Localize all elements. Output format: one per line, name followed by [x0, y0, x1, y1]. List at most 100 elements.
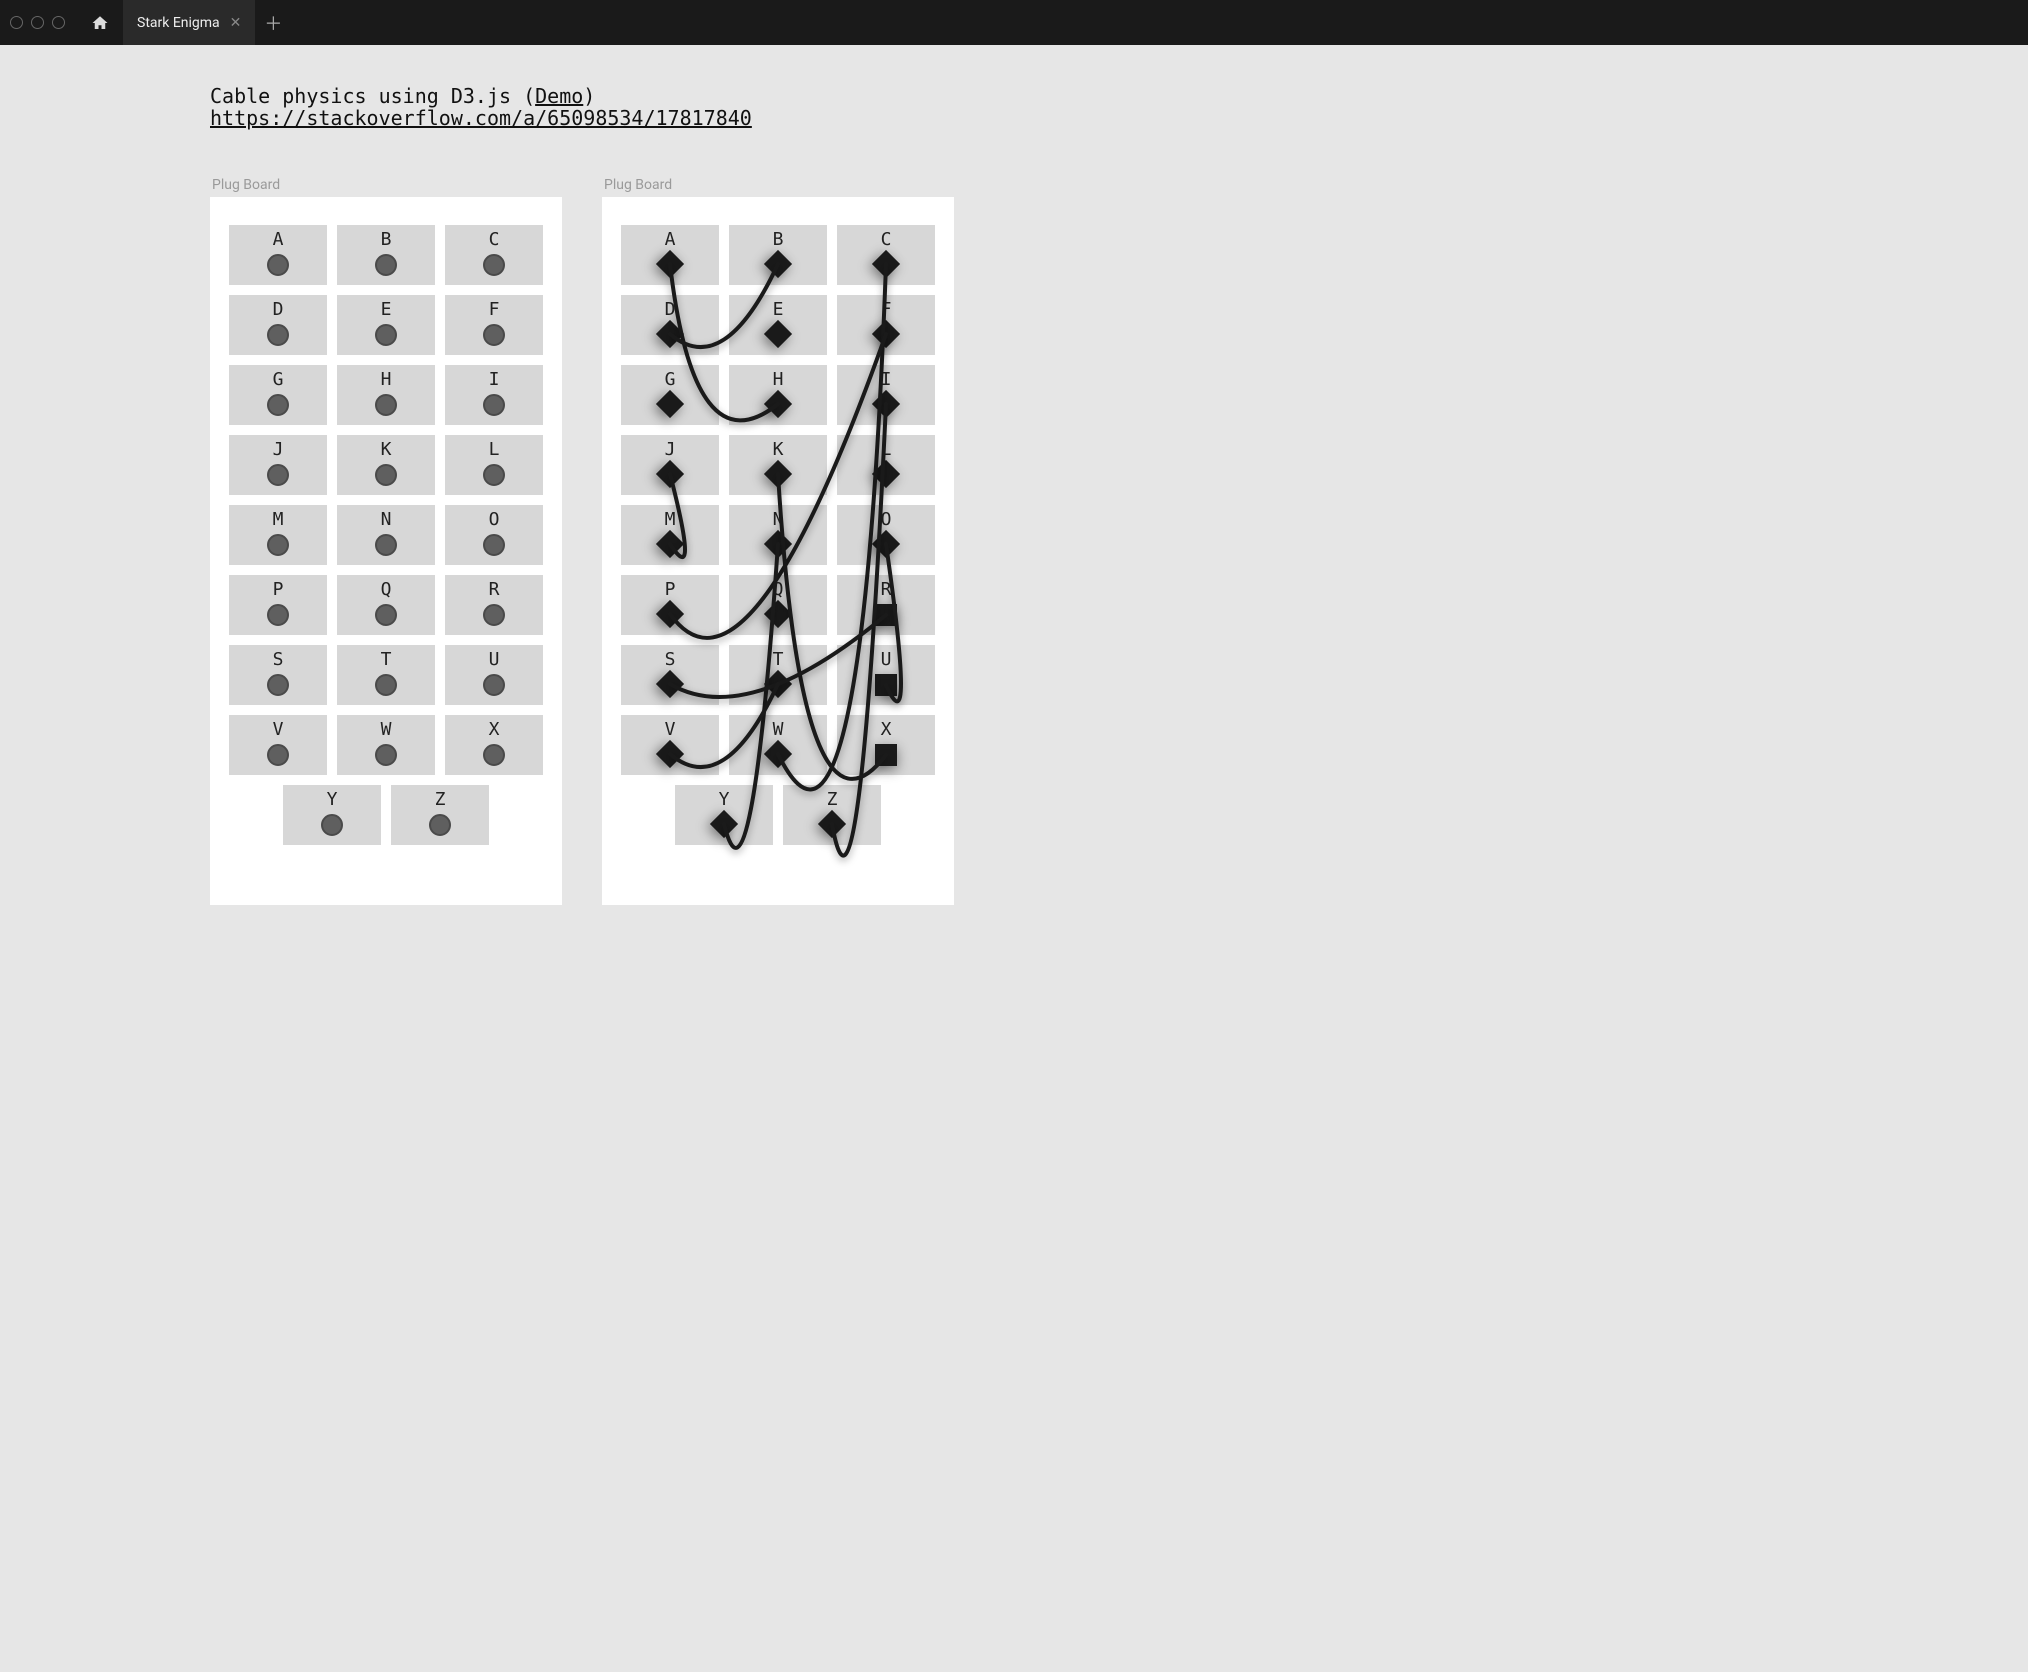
- socket-icon: [429, 814, 451, 836]
- plug-cell-E[interactable]: E: [337, 295, 435, 355]
- close-icon[interactable]: ✕: [230, 15, 242, 31]
- plug-icon: [656, 460, 684, 488]
- plug-cell-label: S: [665, 649, 676, 670]
- plug-cell-G[interactable]: G: [229, 365, 327, 425]
- plug-cell-C[interactable]: C: [837, 225, 935, 285]
- plug-cell-U[interactable]: U: [837, 645, 935, 705]
- plug-cell-F[interactable]: F: [445, 295, 543, 355]
- plug-cell-label: M: [665, 509, 676, 530]
- plug-cell-R[interactable]: R: [445, 575, 543, 635]
- plug-cell-Y[interactable]: Y: [283, 785, 381, 845]
- plug-cell-label: Q: [773, 579, 784, 600]
- intro-line1-prefix: Cable physics using D3.js (: [210, 84, 535, 108]
- plug-cell-Y[interactable]: Y: [675, 785, 773, 845]
- plug-cell-Z[interactable]: Z: [391, 785, 489, 845]
- plug-cell-label: R: [489, 579, 500, 600]
- plug-cell-K[interactable]: K: [337, 435, 435, 495]
- plug-cell-label: V: [273, 719, 284, 740]
- plug-cell-label: Q: [381, 579, 392, 600]
- plug-cell-P[interactable]: P: [621, 575, 719, 635]
- plug-icon: [872, 320, 900, 348]
- plug-cell-X[interactable]: X: [837, 715, 935, 775]
- viewport[interactable]: Cable physics using D3.js (Demo) https:/…: [0, 45, 2028, 1672]
- socket-icon: [267, 394, 289, 416]
- socket-icon: [375, 674, 397, 696]
- plug-cell-V[interactable]: V: [229, 715, 327, 775]
- plus-icon: ＋: [264, 10, 282, 36]
- plug-cell-A[interactable]: A: [621, 225, 719, 285]
- traffic-light-minimize[interactable]: [31, 16, 44, 29]
- plug-icon: [656, 390, 684, 418]
- new-tab-button[interactable]: ＋: [255, 0, 291, 45]
- plug-cell-label: M: [273, 509, 284, 530]
- plug-cell-L[interactable]: L: [445, 435, 543, 495]
- traffic-light-zoom[interactable]: [52, 16, 65, 29]
- plug-icon: [875, 674, 897, 696]
- plug-cell-Q[interactable]: Q: [337, 575, 435, 635]
- plug-cell-J[interactable]: J: [621, 435, 719, 495]
- plug-cell-C[interactable]: C: [445, 225, 543, 285]
- socket-icon: [267, 604, 289, 626]
- plug-cell-B[interactable]: B: [337, 225, 435, 285]
- plug-cell-I[interactable]: I: [445, 365, 543, 425]
- plug-cell-label: I: [489, 369, 500, 390]
- plug-cell-J[interactable]: J: [229, 435, 327, 495]
- plug-icon: [872, 250, 900, 278]
- tab-active[interactable]: Stark Enigma ✕: [123, 0, 255, 45]
- plug-cell-I[interactable]: I: [837, 365, 935, 425]
- socket-icon: [375, 604, 397, 626]
- plug-cell-label: A: [273, 229, 284, 250]
- plug-cell-S[interactable]: S: [621, 645, 719, 705]
- plug-icon: [656, 740, 684, 768]
- plug-cell-W[interactable]: W: [729, 715, 827, 775]
- socket-icon: [267, 324, 289, 346]
- tab-strip: Stark Enigma ✕ ＋: [123, 0, 291, 45]
- plug-cell-F[interactable]: F: [837, 295, 935, 355]
- plugboard-left-grid: A B C D EF GH I JK L M N O P Q R STU V WX: [224, 225, 548, 775]
- plug-cell-S[interactable]: S: [229, 645, 327, 705]
- plug-icon: [764, 670, 792, 698]
- plug-cell-label: D: [273, 299, 284, 320]
- plug-cell-label: O: [489, 509, 500, 530]
- plug-cell-W[interactable]: W: [337, 715, 435, 775]
- plug-cell-A[interactable]: A: [229, 225, 327, 285]
- plug-icon: [656, 250, 684, 278]
- plug-cell-L[interactable]: L: [837, 435, 935, 495]
- page: Cable physics using D3.js (Demo) https:/…: [0, 45, 2028, 945]
- plug-cell-G[interactable]: G: [621, 365, 719, 425]
- plugboard-left: A B C D EF GH I JK L M N O P Q R STU V WX YZ: [210, 197, 562, 905]
- plug-cell-H[interactable]: H: [337, 365, 435, 425]
- plug-cell-P[interactable]: P: [229, 575, 327, 635]
- plug-cell-R[interactable]: R: [837, 575, 935, 635]
- plug-cell-O[interactable]: O: [837, 505, 935, 565]
- plug-cell-M[interactable]: M: [229, 505, 327, 565]
- plug-cell-T[interactable]: T: [337, 645, 435, 705]
- stackoverflow-link[interactable]: https://stackoverflow.com/a/65098534/178…: [210, 106, 752, 130]
- plug-cell-label: V: [665, 719, 676, 740]
- plug-cell-label: R: [881, 579, 892, 600]
- plug-cell-label: L: [489, 439, 500, 460]
- plug-cell-D[interactable]: D: [621, 295, 719, 355]
- home-button[interactable]: [85, 8, 115, 38]
- plug-cell-N[interactable]: N: [729, 505, 827, 565]
- socket-icon: [267, 464, 289, 486]
- plug-cell-B[interactable]: B: [729, 225, 827, 285]
- plug-cell-H[interactable]: H: [729, 365, 827, 425]
- demo-link[interactable]: Demo: [535, 84, 583, 108]
- plug-cell-X[interactable]: X: [445, 715, 543, 775]
- socket-icon: [375, 464, 397, 486]
- traffic-light-close[interactable]: [10, 16, 23, 29]
- plug-cell-T[interactable]: T: [729, 645, 827, 705]
- plug-cell-K[interactable]: K: [729, 435, 827, 495]
- tab-title: Stark Enigma: [137, 15, 220, 31]
- plug-cell-V[interactable]: V: [621, 715, 719, 775]
- plug-cell-label: C: [489, 229, 500, 250]
- plug-cell-Z[interactable]: Z: [783, 785, 881, 845]
- plug-cell-N[interactable]: N: [337, 505, 435, 565]
- plug-cell-Q[interactable]: Q: [729, 575, 827, 635]
- plug-cell-E[interactable]: E: [729, 295, 827, 355]
- plug-cell-D[interactable]: D: [229, 295, 327, 355]
- plug-cell-M[interactable]: M: [621, 505, 719, 565]
- plug-cell-U[interactable]: U: [445, 645, 543, 705]
- plug-cell-O[interactable]: O: [445, 505, 543, 565]
